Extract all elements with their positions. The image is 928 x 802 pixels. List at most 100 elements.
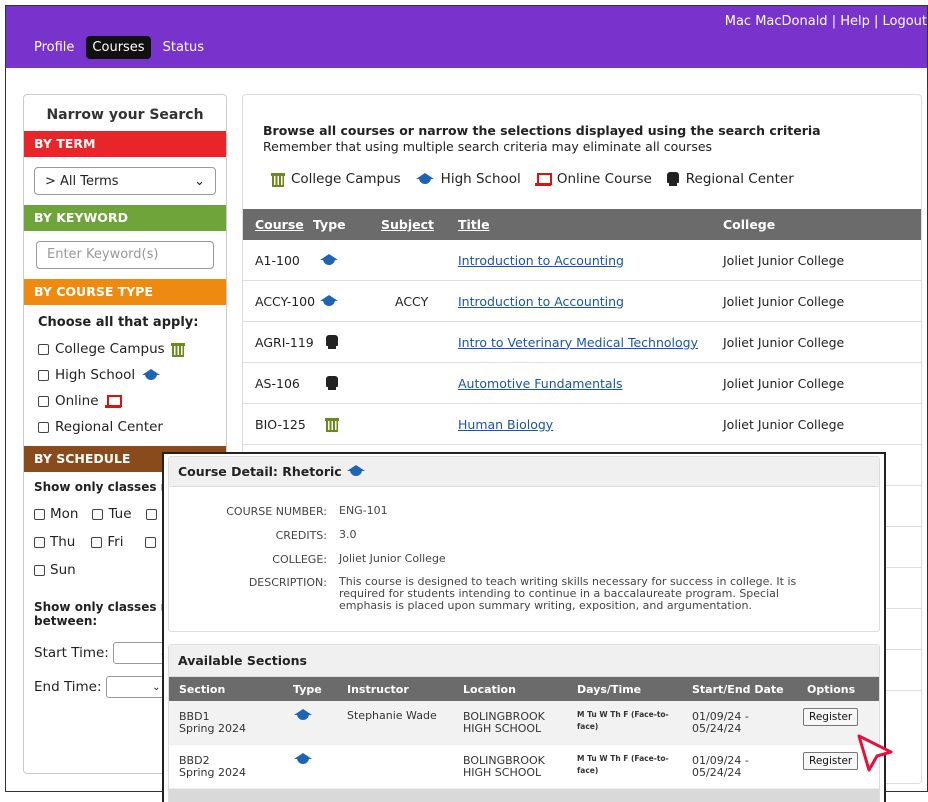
checkbox-icon[interactable]: [38, 343, 49, 355]
field-label: CREDITS:: [275, 529, 327, 542]
course-detail-title-text: Course Detail: Rhetoric: [178, 464, 342, 479]
college-campus-icon: [170, 343, 185, 357]
nav-profile[interactable]: Profile: [28, 36, 80, 59]
course-college: Joliet Junior College: [723, 416, 845, 432]
day-wed[interactable]: [145, 506, 157, 522]
course-code: ACCY-100: [255, 293, 316, 309]
col-section: Section: [179, 682, 226, 696]
course-code: AGRI-119: [255, 334, 314, 350]
user-links[interactable]: Mac MacDonald | Help | Logout: [725, 14, 927, 29]
nav-status[interactable]: Status: [157, 36, 210, 59]
table-row[interactable]: AS-106 Automotive Fundamentals Joliet Ju…: [243, 363, 921, 404]
intro-text: Browse all courses or narrow the selecti…: [263, 123, 821, 155]
high-school-icon: [415, 172, 435, 186]
legend-high-school: High School: [415, 171, 521, 187]
legend-college-campus: College Campus: [271, 171, 401, 187]
end-time-label: End Time:: [34, 679, 102, 695]
course-detail-title: Course Detail: Rhetoric: [169, 457, 879, 487]
regional-center-icon: [666, 172, 680, 186]
checkbox-label: Regional Center: [55, 419, 163, 435]
col-college: College: [723, 217, 776, 232]
description-value: This course is designed to teach writing…: [339, 575, 797, 612]
checkbox-icon[interactable]: [38, 369, 49, 381]
checkbox-regional-center[interactable]: Regional Center: [24, 414, 226, 440]
register-button[interactable]: Register: [803, 752, 859, 770]
regional-center-icon: [325, 335, 339, 349]
checkbox-icon[interactable]: [38, 421, 49, 433]
field-label: DESCRIPTION:: [248, 576, 327, 589]
start-time-label: Start Time:: [34, 645, 109, 661]
course-detail-box: Course Detail: Rhetoric COURSE NUMBER: E…: [168, 456, 880, 632]
table-row[interactable]: BIO-125 Human Biology Joliet Junior Coll…: [243, 404, 921, 445]
regional-center-icon: [325, 376, 339, 390]
checkbox-label: College Campus: [55, 341, 165, 357]
nav-courses[interactable]: Courses: [86, 36, 151, 59]
checkbox-college-campus[interactable]: College Campus: [24, 336, 226, 362]
legend-regional-center: Regional Center: [666, 171, 794, 187]
col-type: Type: [293, 682, 322, 696]
section-id: BBD2 Spring 2024: [179, 753, 246, 779]
col-course[interactable]: Course: [255, 209, 304, 240]
day-sat[interactable]: [145, 534, 157, 550]
legend-online: Online Course: [534, 171, 652, 187]
day-mon[interactable]: Mon: [34, 506, 78, 522]
days-time: M Tu W Th F (Face-to-face): [577, 754, 669, 775]
day-tue[interactable]: Tue: [92, 506, 132, 522]
start-end-date: 01/09/24 -05/24/24: [692, 709, 749, 735]
sections-title: Available Sections: [169, 645, 879, 677]
top-bar: Profile Courses Status Mac MacDonald | H…: [6, 6, 927, 68]
course-title-link[interactable]: Introduction to Accounting: [458, 240, 624, 280]
checkbox-label: Online: [55, 393, 99, 409]
term-select[interactable]: > All Terms ⌄: [34, 167, 216, 195]
table-row[interactable]: AGRI-119 Intro to Veterinary Medical Tec…: [243, 322, 921, 363]
high-school-icon: [319, 294, 339, 308]
course-type-heading: BY COURSE TYPE: [24, 279, 226, 305]
end-time-select[interactable]: ⌄: [105, 676, 166, 698]
course-type-prompt: Choose all that apply:: [38, 315, 199, 330]
start-end-date: 01/09/24 -05/24/24: [692, 753, 749, 779]
term-select-value: > All Terms: [45, 173, 119, 189]
table-row[interactable]: ACCY-100 ACCY Introduction to Accounting…: [243, 281, 921, 322]
chevron-down-icon: ⌄: [152, 681, 161, 693]
keyword-heading: BY KEYWORD: [24, 205, 226, 231]
table-row[interactable]: A1-100 Introduction to Accounting Joliet…: [243, 240, 921, 281]
register-button[interactable]: Register: [803, 708, 859, 726]
sidebar-title: Narrow your Search: [46, 107, 204, 123]
col-title[interactable]: Title: [458, 209, 490, 240]
college-value: Joliet Junior College: [339, 552, 446, 565]
checkbox-online[interactable]: Online: [24, 388, 226, 414]
high-school-icon: [293, 753, 313, 766]
checkbox-high-school[interactable]: High School: [24, 362, 226, 388]
keyword-input[interactable]: Enter Keyword(s): [36, 241, 214, 269]
high-school-icon: [141, 368, 161, 382]
instructor: Stephanie Wade: [347, 709, 437, 722]
credits-value: 3.0: [339, 528, 357, 541]
intro-note: Remember that using multiple search crit…: [263, 139, 713, 154]
field-label: COURSE NUMBER:: [226, 505, 327, 518]
col-subject[interactable]: Subject: [381, 209, 434, 240]
course-title-link[interactable]: Intro to Veterinary Medical Technology: [458, 322, 698, 362]
intro-bold: Browse all courses or narrow the selecti…: [263, 123, 821, 138]
online-course-icon: [534, 172, 552, 186]
table-header: Course Type Subject Title College: [243, 209, 921, 240]
col-options: Options: [807, 682, 856, 696]
section-row: BBD1 Spring 2024 Stephanie Wade BOLINGBRO…: [169, 701, 879, 745]
course-title-link[interactable]: Human Biology: [458, 404, 553, 444]
day-fri[interactable]: Fri: [91, 534, 123, 550]
college-campus-icon: [325, 418, 339, 432]
course-college: Joliet Junior College: [723, 293, 845, 309]
day-sun[interactable]: Sun: [34, 562, 76, 578]
available-sections-box: Available Sections Section Type Instruct…: [168, 644, 880, 802]
course-college: Joliet Junior College: [723, 375, 845, 391]
col-instructor: Instructor: [347, 682, 409, 696]
high-school-icon: [319, 253, 339, 267]
course-title-link[interactable]: Automotive Fundamentals: [458, 363, 623, 403]
chevron-down-icon: ⌄: [194, 173, 205, 189]
field-label: COLLEGE:: [272, 553, 327, 566]
checkbox-icon[interactable]: [38, 395, 49, 407]
col-location: Location: [463, 682, 516, 696]
course-title-link[interactable]: Introduction to Accounting: [458, 281, 624, 321]
col-type: Type: [313, 217, 346, 232]
day-thu[interactable]: Thu: [34, 534, 75, 550]
course-number-value: ENG-101: [339, 504, 388, 517]
